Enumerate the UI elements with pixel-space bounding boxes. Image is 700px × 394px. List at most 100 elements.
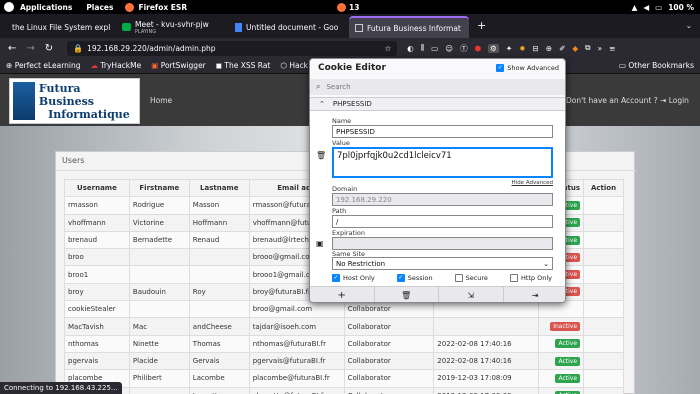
extension-icon-2[interactable]: ✹ bbox=[519, 44, 525, 53]
extension-icon-1[interactable]: ✦ bbox=[506, 44, 512, 53]
save-cookie-icon[interactable]: ▣ bbox=[316, 239, 324, 248]
expiration-field[interactable] bbox=[332, 237, 553, 250]
extension-t-icon[interactable]: Ⓣ bbox=[460, 43, 468, 54]
volume-icon[interactable]: ◀ bbox=[643, 3, 649, 12]
name-field[interactable]: PHPSESSID bbox=[332, 125, 553, 138]
col-action[interactable]: Action bbox=[583, 178, 624, 198]
overflow-icon[interactable]: » bbox=[598, 44, 603, 53]
tab-meet[interactable]: Meet - kvu-svhr-pjw PLAYING bbox=[117, 16, 227, 38]
secure-toggle[interactable]: Secure bbox=[454, 274, 488, 282]
host-only-toggle[interactable]: ✓ Host Only bbox=[332, 274, 375, 282]
adblock-icon[interactable]: ⬢ bbox=[475, 44, 482, 53]
rat-icon: ◼ bbox=[215, 61, 223, 70]
export-button[interactable]: ⇥ bbox=[504, 287, 566, 302]
url-text[interactable]: 192.168.29.220/admin/admin.php bbox=[87, 44, 215, 53]
forward-icon[interactable]: → bbox=[26, 43, 34, 54]
cell-email: tajdar@isoeh.com bbox=[248, 317, 345, 336]
domain-field[interactable]: 192.168.29.220 bbox=[332, 193, 553, 206]
applications-menu[interactable]: Applications bbox=[20, 3, 72, 12]
http-only-checkbox[interactable] bbox=[509, 274, 518, 282]
network-icon[interactable]: ▲ bbox=[632, 3, 638, 12]
delete-all-button[interactable]: 🗑 bbox=[375, 287, 439, 302]
firefox-app-label[interactable]: Firefox ESR bbox=[138, 3, 187, 12]
status-badge[interactable]: Active bbox=[555, 356, 581, 366]
reload-icon[interactable]: ↻ bbox=[45, 43, 53, 54]
new-tab-button[interactable]: + bbox=[477, 19, 486, 32]
session-toggle[interactable]: ✓ Session bbox=[396, 274, 433, 282]
http-only-toggle[interactable]: Http Only bbox=[509, 274, 552, 282]
bookmark-star-icon[interactable]: ☆ bbox=[384, 44, 391, 53]
extension-icon-4[interactable]: ⊕ bbox=[546, 44, 552, 53]
add-cookie-button[interactable]: + bbox=[310, 287, 375, 302]
bookmark-tryhackme[interactable]: ☁ TryHackMe bbox=[91, 61, 142, 70]
search-input[interactable] bbox=[326, 83, 547, 91]
battery-icon[interactable]: ▭ bbox=[655, 3, 662, 12]
cell-firstname: Baudouin bbox=[128, 282, 190, 302]
col-firstname[interactable]: Firstname bbox=[128, 178, 190, 198]
bookmark-perfect-elearning[interactable]: ⊕ Perfect eLearning bbox=[6, 61, 81, 70]
pocket-icon[interactable]: ◐ bbox=[407, 44, 414, 53]
places-menu[interactable]: Places bbox=[86, 3, 113, 12]
value-field[interactable]: 7pl0jprfqjk0u2cd1lcleicv71 bbox=[332, 147, 553, 178]
menu-icon[interactable]: ≡ bbox=[609, 44, 615, 53]
tab-untitled-doc[interactable]: Untitled document - Goo bbox=[229, 16, 347, 38]
nav-login[interactable]: ⇥ Login bbox=[660, 96, 689, 105]
value-label: Value bbox=[332, 139, 350, 147]
extension-icon-3[interactable]: ⊟ bbox=[532, 44, 538, 53]
show-advanced-toggle[interactable]: ✓ Show Advanced bbox=[496, 64, 559, 72]
tab-strip: the Linux File System expl Meet - kvu-sv… bbox=[0, 14, 700, 38]
cookie-flags-row: ✓ Host Only ✓ Session Secure Http Only bbox=[332, 274, 557, 282]
cell-email: pgervais@futuraBI.fr bbox=[248, 351, 345, 371]
tab-list-chevron-icon[interactable]: ⌄ bbox=[686, 21, 692, 30]
logo-image-icon bbox=[13, 82, 35, 120]
cookie-header-row[interactable]: ⌃ PHPSESSID bbox=[310, 97, 565, 111]
path-field[interactable]: / bbox=[332, 215, 553, 228]
metamask-icon[interactable]: ◆ bbox=[572, 44, 578, 53]
cell-date: 2022-02-08 17:40:16 bbox=[433, 351, 540, 371]
import-button[interactable]: ⇲ bbox=[439, 287, 504, 302]
show-advanced-label: Show Advanced bbox=[507, 64, 559, 72]
login-icon: ⇥ bbox=[660, 96, 667, 105]
session-checkbox[interactable]: ✓ bbox=[396, 274, 405, 282]
cell-action bbox=[583, 386, 624, 394]
extensions-icon[interactable]: ⧉ bbox=[585, 43, 590, 53]
show-advanced-checkbox[interactable]: ✓ bbox=[496, 64, 505, 72]
cell-firstname: Victorine bbox=[128, 213, 190, 232]
site-logo[interactable]: Futura Business Informatique bbox=[9, 78, 140, 124]
cell-action bbox=[583, 334, 624, 353]
tab-linux-fs[interactable]: the Linux File System expl bbox=[2, 16, 115, 38]
col-lastname[interactable]: Lastname bbox=[188, 178, 250, 198]
bookmark-portswigger[interactable]: ▣ PortSwigger bbox=[151, 61, 206, 70]
nav-no-account[interactable]: Don't have an Account ? bbox=[566, 96, 658, 105]
hackthebox-icon: ⬡ bbox=[280, 61, 287, 70]
status-badge[interactable]: Active bbox=[555, 373, 581, 383]
col-username[interactable]: Username bbox=[64, 178, 130, 198]
nav-login-label: Login bbox=[668, 96, 689, 105]
cell-firstname bbox=[128, 300, 190, 319]
secure-checkbox[interactable] bbox=[454, 274, 463, 282]
url-bar[interactable]: 🔒 192.168.29.220/admin/admin.php ☆ bbox=[67, 40, 398, 56]
other-bookmarks-label: Other Bookmarks bbox=[628, 61, 694, 70]
other-bookmarks[interactable]: ▭ Other Bookmarks bbox=[619, 61, 694, 70]
kali-icon[interactable] bbox=[4, 2, 14, 12]
dropdown-arrow-icon: ⌄ bbox=[543, 259, 549, 268]
account-icon[interactable]: ☺ bbox=[445, 44, 453, 53]
nav-home[interactable]: Home bbox=[150, 96, 172, 105]
samesite-value: No Restriction bbox=[336, 259, 386, 268]
tab-label: Meet - kvu-svhr-pjw bbox=[135, 19, 209, 29]
status-badge[interactable]: Active bbox=[555, 339, 581, 349]
tab-futura[interactable]: Futura Business Informat bbox=[349, 16, 469, 38]
search-box: ⌕ bbox=[310, 79, 565, 95]
library-icon[interactable]: ⫼ bbox=[421, 43, 424, 53]
status-badge[interactable]: Inactive bbox=[550, 322, 581, 332]
bookmark-xss-rat[interactable]: ◼ The XSS Rat bbox=[216, 61, 271, 70]
synced-tabs-icon[interactable]: ▭ bbox=[431, 44, 438, 53]
insecure-lock-icon[interactable]: 🔒 bbox=[73, 44, 83, 53]
cookie-editor-icon[interactable]: ⚙ bbox=[488, 43, 499, 53]
samesite-select[interactable]: No Restriction ⌄ bbox=[332, 257, 553, 270]
hide-advanced-link[interactable]: Hide Advanced bbox=[512, 180, 553, 186]
delete-cookie-icon[interactable]: 🗑 bbox=[316, 151, 326, 160]
back-icon[interactable]: ← bbox=[8, 43, 16, 54]
host-only-checkbox[interactable]: ✓ bbox=[332, 274, 340, 282]
extension-icon-5[interactable]: ✐ bbox=[559, 44, 565, 53]
